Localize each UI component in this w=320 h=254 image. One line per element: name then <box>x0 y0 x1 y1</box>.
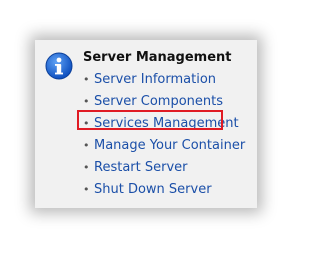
link-services-management[interactable]: Services Management <box>94 116 239 131</box>
link-restart-server[interactable]: Restart Server <box>94 160 188 175</box>
menu-item-shut-down-server[interactable]: • Shut Down Server <box>83 179 245 201</box>
bullet-icon: • <box>83 139 90 152</box>
server-management-panel: Server Management • Server Information • S… <box>35 40 257 208</box>
menu-item-manage-your-container[interactable]: • Manage Your Container <box>83 135 245 157</box>
bullet-icon: • <box>83 161 90 174</box>
menu-item-server-components[interactable]: • Server Components <box>83 91 245 113</box>
menu-item-server-information[interactable]: • Server Information <box>83 69 245 91</box>
panel-title: Server Management <box>83 50 232 65</box>
menu-item-services-management[interactable]: • Services Management <box>83 113 245 135</box>
link-manage-your-container[interactable]: Manage Your Container <box>94 138 245 153</box>
info-icon <box>45 52 73 80</box>
bullet-icon: • <box>83 117 90 130</box>
bullet-icon: • <box>83 95 90 108</box>
menu-item-restart-server[interactable]: • Restart Server <box>83 157 245 179</box>
link-server-components[interactable]: Server Components <box>94 94 223 109</box>
server-menu-list: • Server Information • Server Components •… <box>83 69 245 201</box>
bullet-icon: • <box>83 73 90 86</box>
link-shut-down-server[interactable]: Shut Down Server <box>94 182 212 197</box>
link-server-information[interactable]: Server Information <box>94 72 216 87</box>
bullet-icon: • <box>83 183 90 196</box>
